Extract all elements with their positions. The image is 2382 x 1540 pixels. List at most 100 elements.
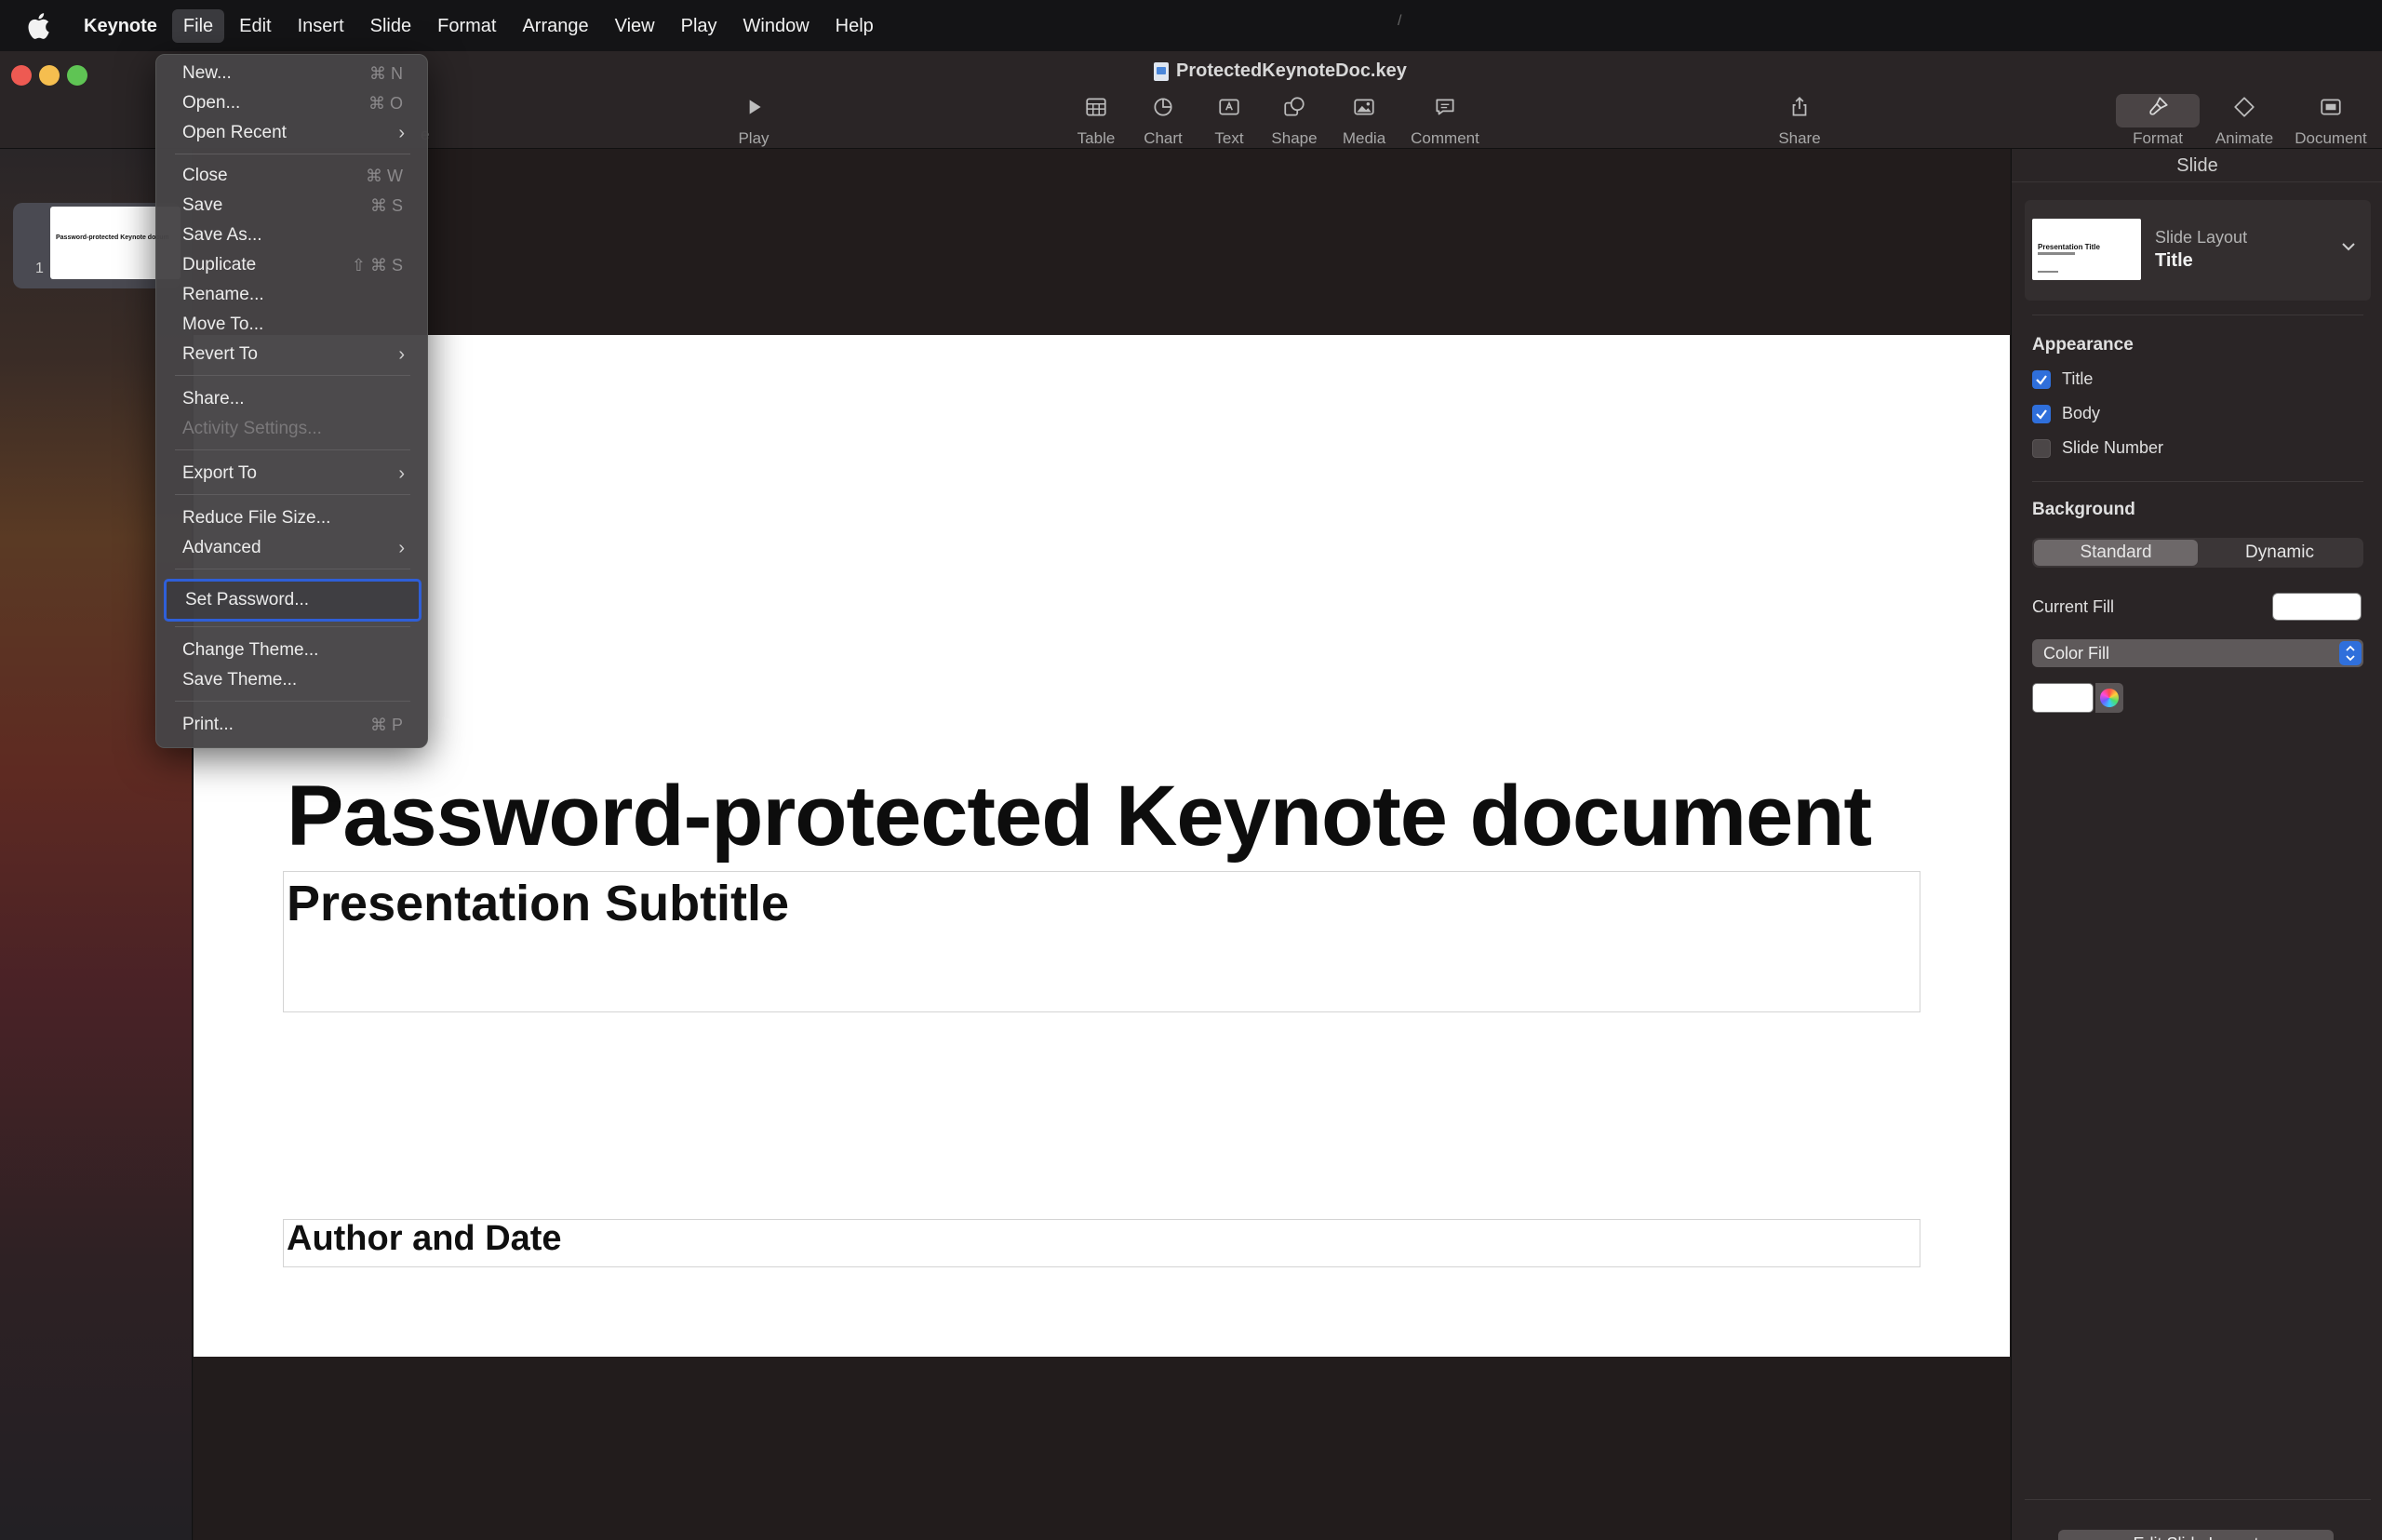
menu-item-set-password-label: Set Password... [185,590,310,609]
color-well[interactable] [2032,683,2094,713]
edit-slide-layout-button[interactable]: Edit Slide Layout [2058,1530,2334,1540]
menu-item-new[interactable]: New... ⌘ N [164,60,422,87]
menu-item-save-theme-label: Save Theme... [182,670,298,690]
chevron-right-icon: › [398,123,405,143]
fill-type-value: Color Fill [2043,644,2110,663]
apple-logo-icon[interactable] [26,12,50,40]
share-icon [1792,97,1807,116]
slide-layout-selector[interactable]: Presentation Title Slide Layout Title [2025,200,2371,301]
chart-label: Chart [1144,129,1183,147]
menu-arrange[interactable]: Arrange [511,9,599,43]
checkmark-icon [2036,374,2047,385]
menu-item-revert-to[interactable]: Revert To › [164,341,422,368]
menu-item-activity-settings: Activity Settings... [164,415,422,443]
menu-item-reduce-file-size[interactable]: Reduce File Size... [164,504,422,532]
title-checkbox[interactable] [2032,369,2051,389]
menu-item-change-theme[interactable]: Change Theme... [164,636,422,664]
window-minimize-button[interactable] [39,65,60,86]
menu-item-share[interactable]: Share... [164,385,422,413]
share-button[interactable]: Share [1758,94,1841,148]
slide-number-checkbox-row[interactable]: Slide Number [2032,438,2163,458]
slide-layout-label: Slide Layout [2155,228,2248,247]
menu-item-open[interactable]: Open... ⌘ O [164,89,422,117]
menu-item-duplicate-label: Duplicate [182,255,257,275]
window-fullscreen-button[interactable] [67,65,87,86]
menu-insert[interactable]: Insert [287,9,355,43]
format-button[interactable]: Format [2116,94,2200,148]
menu-play[interactable]: Play [670,9,729,43]
layout-thumb-title: Presentation Title [2038,243,2100,251]
shortcut-label: ⌘ P [369,716,403,734]
title-checkbox-row[interactable]: Title [2032,369,2093,389]
menu-item-print-label: Print... [182,715,234,734]
menu-view[interactable]: View [604,9,666,43]
slide-title[interactable]: Password-protected Keynote document [287,768,1872,865]
menu-item-set-password[interactable]: Set Password... [164,579,422,622]
body-checkbox-row[interactable]: Body [2032,404,2100,423]
slide-number-label: 1 [35,261,44,276]
menu-edit[interactable]: Edit [228,9,282,43]
menu-item-print[interactable]: Print... ⌘ P [164,711,422,739]
slide-number-checkbox-label: Slide Number [2062,438,2164,457]
menu-item-open-recent[interactable]: Open Recent › [164,119,422,147]
shortcut-label: ⌘ N [369,64,403,83]
menu-item-move-to-label: Move To... [182,315,264,334]
chevron-right-icon: › [398,344,405,365]
menu-item-close[interactable]: Close ⌘ W [164,162,422,190]
current-fill-swatch[interactable] [2272,593,2362,621]
comment-button[interactable]: Comment [1403,94,1487,148]
current-fill-label: Current Fill [2032,597,2115,616]
menu-item-duplicate[interactable]: Duplicate ⇧ ⌘ S [164,251,422,279]
chevron-down-icon[interactable] [2339,237,2358,256]
menu-item-open-label: Open... [182,93,241,113]
menu-slide[interactable]: Slide [359,9,422,43]
slide-subtitle[interactable]: Presentation Subtitle [287,875,789,932]
menu-item-rename[interactable]: Rename... [164,281,422,309]
menu-format[interactable]: Format [426,9,507,43]
shortcut-label: ⇧ ⌘ S [351,256,403,275]
shortcut-label: ⌘ O [368,94,403,113]
menu-window[interactable]: Window [732,9,821,43]
body-checkbox[interactable] [2032,404,2051,423]
inspector-header: Slide [2012,149,2382,182]
background-segmented-control: Standard Dynamic [2032,538,2363,568]
document-label: Document [2295,129,2367,147]
background-standard-option[interactable]: Standard [2034,540,2198,566]
animate-button[interactable]: Animate [2202,94,2286,148]
animate-label: Animate [2215,129,2274,147]
menu-app-keynote[interactable]: Keynote [73,9,168,43]
paintbrush-icon [2149,97,2168,115]
media-button[interactable]: Media [1322,94,1406,148]
menu-item-advanced[interactable]: Advanced › [164,534,422,562]
menu-item-save[interactable]: Save ⌘ S [164,192,422,220]
background-label: Background [2032,500,2135,519]
slide-layout-thumbnail: Presentation Title [2032,219,2141,280]
menu-separator [175,494,410,495]
background-dynamic-option[interactable]: Dynamic [2198,540,2362,566]
menu-item-move-to[interactable]: Move To... [164,311,422,339]
keynote-document-icon [1154,61,1169,81]
fill-type-select[interactable]: Color Fill [2032,639,2363,667]
menu-item-export-to[interactable]: Export To › [164,460,422,488]
color-wheel-button[interactable] [2095,683,2123,713]
chevron-right-icon: › [398,463,405,484]
play-button[interactable]: Play [712,94,796,148]
layout-thumb-subtitle [2038,252,2075,255]
menu-help[interactable]: Help [824,9,885,43]
slide-author-date[interactable]: Author and Date [287,1219,562,1259]
menubar-separator: / [1398,13,1402,29]
menu-item-save-as[interactable]: Save As... [164,221,422,249]
menu-file[interactable]: File [171,8,225,43]
layout-thumb-author [2038,271,2058,273]
menu-item-change-theme-label: Change Theme... [182,640,319,660]
play-icon [749,100,761,114]
slide-canvas: Password-protected Keynote document Pres… [194,149,2010,1540]
menu-item-export-to-label: Export To [182,463,257,483]
slide-number-checkbox[interactable] [2032,438,2051,458]
menu-item-advanced-label: Advanced [182,538,261,557]
window-close-button[interactable] [11,65,32,86]
document-button[interactable]: Document [2289,94,2373,148]
shortcut-label: ⌘ W [366,167,403,185]
menu-item-save-theme[interactable]: Save Theme... [164,666,422,694]
slide[interactable]: Password-protected Keynote document Pres… [194,335,2010,1357]
